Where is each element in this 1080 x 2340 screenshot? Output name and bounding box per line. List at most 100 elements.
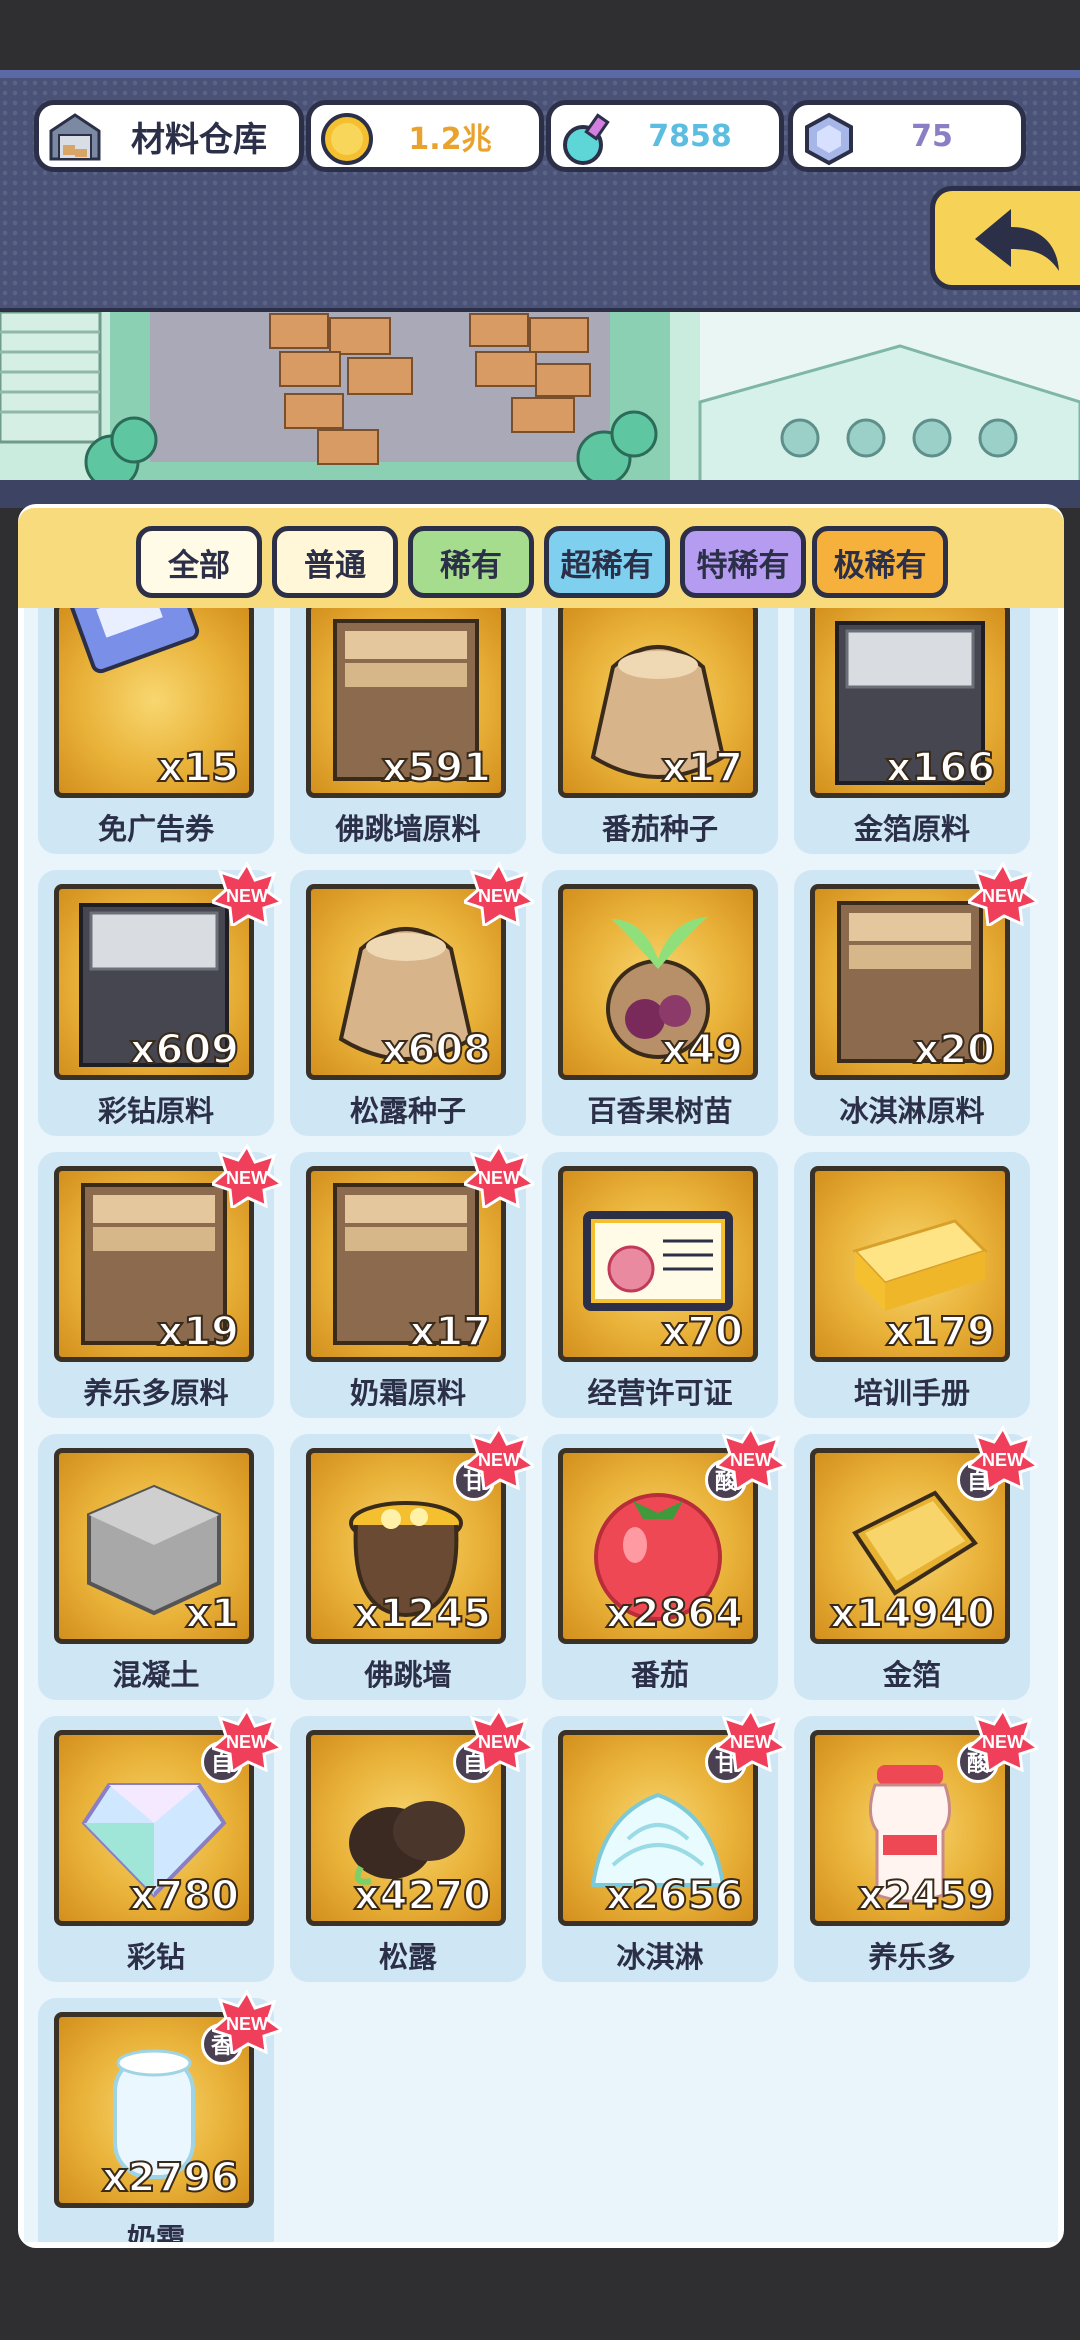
filter-tab-special-rare[interactable]: 特稀有 [680, 526, 806, 598]
filter-tab-ultra-rare[interactable]: 极稀有 [812, 526, 948, 598]
svg-text:NEW: NEW [226, 2014, 268, 2034]
item-name: 彩钻原料 [97, 1094, 214, 1128]
new-badge: NEW [713, 1424, 790, 1494]
inventory-item-card[interactable]: x14940 自 NEW 金箔 [794, 1424, 1042, 1700]
item-quantity: x608 [381, 1026, 492, 1074]
inventory-item-card[interactable]: x591 佛跳墙原料 [290, 608, 526, 854]
potion-counter[interactable]: 7858 [546, 100, 784, 172]
item-quantity: x15 [157, 744, 240, 792]
item-quantity: x19 [157, 1308, 240, 1356]
inventory-item-card[interactable]: x15 免广告券 [38, 608, 274, 854]
inventory-item-card[interactable]: x608 NEW 松露种子 [290, 860, 538, 1136]
inventory-item-card[interactable]: x17 NEW 奶霜原料 [290, 1142, 538, 1418]
item-quantity: x609 [129, 1026, 240, 1074]
svg-text:NEW: NEW [478, 1732, 520, 1752]
item-quantity: x179 [885, 1308, 996, 1356]
new-badge-icon: NEW [713, 1706, 790, 1775]
item-frame: x15 [54, 608, 254, 798]
item-name: 金箔原料 [853, 812, 970, 846]
filter-tab-label: 稀有 [440, 547, 502, 584]
item-name: 养乐多原料 [83, 1376, 229, 1410]
item-quantity: x591 [381, 744, 492, 792]
inventory-item-card[interactable]: x2864 酸 NEW 番茄 [542, 1424, 790, 1700]
system-nav-bar [0, 2266, 1080, 2340]
warehouse-label: 材料仓库 [131, 119, 267, 160]
new-badge-icon: NEW [461, 1424, 538, 1493]
item-quantity: x2796 [101, 2154, 240, 2202]
svg-text:NEW: NEW [730, 1732, 772, 1752]
inventory-item-card[interactable]: x70 经营许可证 [542, 1152, 778, 1418]
inventory-item-card[interactable]: x179 培训手册 [794, 1152, 1030, 1418]
inventory-item-card[interactable]: x17 番茄种子 [542, 608, 778, 854]
filter-tab-label: 全部 [168, 547, 230, 584]
gem-counter[interactable]: 75 [788, 100, 1026, 172]
item-name: 养乐多 [868, 1940, 956, 1974]
inventory-item-card[interactable]: x609 NEW 彩钻原料 [38, 860, 286, 1136]
item-name: 佛跳墙原料 [335, 812, 481, 846]
item-name: 金箔 [882, 1658, 941, 1692]
inventory-item-card[interactable]: x19 NEW 养乐多原料 [38, 1142, 286, 1418]
filter-tab-label: 超稀有 [560, 547, 654, 584]
inventory-item-card[interactable]: x166 金箔原料 [794, 608, 1030, 854]
gem-icon [801, 111, 853, 166]
system-status-bar [0, 0, 1080, 70]
coin-counter[interactable]: 1.2兆 [306, 100, 544, 172]
svg-text:NEW: NEW [226, 1732, 268, 1752]
new-badge: NEW [461, 1424, 538, 1494]
inventory-item-card[interactable]: x1 混凝土 [38, 1434, 274, 1700]
new-badge-icon: NEW [461, 1142, 538, 1211]
inventory-item-card[interactable]: x2459 酸 NEW 养乐多 [794, 1706, 1042, 1982]
item-quantity: x20 [913, 1026, 996, 1074]
item-quantity: x70 [661, 1308, 744, 1356]
filter-tab-label: 普通 [304, 547, 366, 584]
svg-text:NEW: NEW [226, 886, 268, 906]
item-quantity: x2656 [605, 1872, 744, 1920]
inventory-item-card[interactable]: x2796 香 NEW 奶霜 [38, 1988, 286, 2242]
item-grid[interactable]: x15 免广告券 x591 佛跳墙原料 x17 番茄种子 x166 金箔原料 x609 NEW 彩钻… [24, 608, 1058, 2242]
inventory-item-card[interactable]: x49 百香果树苗 [542, 870, 778, 1136]
svg-text:NEW: NEW [478, 1168, 520, 1188]
item-name: 彩钻 [126, 1940, 185, 1974]
item-name: 松露 [378, 1940, 437, 1974]
inventory-item-card[interactable]: x2656 甘 NEW 冰淇淋 [542, 1706, 790, 1982]
potion-value: 7858 [648, 118, 732, 154]
item-quantity: x1 [184, 1590, 240, 1638]
back-button[interactable] [930, 186, 1080, 290]
new-badge: NEW [461, 1706, 538, 1776]
item-frame: x179 [810, 1166, 1010, 1362]
gem-value: 75 [911, 118, 953, 154]
filter-tab-rare[interactable]: 稀有 [408, 526, 534, 598]
new-badge-icon: NEW [209, 1706, 286, 1775]
inventory-item-card[interactable]: x780 自 NEW 彩钻 [38, 1706, 286, 1982]
filter-tab-normal[interactable]: 普通 [272, 526, 398, 598]
svg-text:NEW: NEW [478, 1450, 520, 1470]
inventory-item-card[interactable]: x1245 甘 NEW 佛跳墙 [290, 1424, 538, 1700]
item-quantity: x4270 [353, 1872, 492, 1920]
back-arrow-icon [975, 209, 1059, 271]
new-badge-icon: NEW [209, 860, 286, 929]
potion-icon [559, 111, 611, 165]
item-name: 番茄 [630, 1658, 689, 1692]
item-quantity: x1245 [353, 1590, 492, 1638]
item-name: 佛跳墙 [364, 1658, 452, 1692]
item-name: 培训手册 [853, 1376, 970, 1410]
item-name: 冰淇淋原料 [839, 1094, 985, 1128]
new-badge: NEW [209, 1142, 286, 1212]
filter-tab-all[interactable]: 全部 [136, 526, 262, 598]
item-frame: x1 [54, 1448, 254, 1644]
new-badge: NEW [965, 1706, 1042, 1776]
svg-text:NEW: NEW [982, 1450, 1024, 1470]
new-badge: NEW [209, 1706, 286, 1776]
filter-tab-super-rare[interactable]: 超稀有 [544, 526, 670, 598]
inventory-item-card[interactable]: x20 NEW 冰淇淋原料 [794, 860, 1042, 1136]
new-badge-icon: NEW [965, 860, 1042, 929]
item-quantity: x2864 [605, 1590, 744, 1638]
inventory-item-card[interactable]: x4270 自 NEW 松露 [290, 1706, 538, 1982]
new-badge-icon: NEW [209, 1142, 286, 1211]
item-name: 松露种子 [349, 1094, 466, 1128]
coin-icon [319, 111, 373, 165]
item-frame: x591 [306, 608, 506, 798]
item-name: 混凝土 [112, 1658, 200, 1692]
coin-value: 1.2兆 [408, 122, 492, 157]
item-name: 奶霜原料 [349, 1376, 466, 1410]
